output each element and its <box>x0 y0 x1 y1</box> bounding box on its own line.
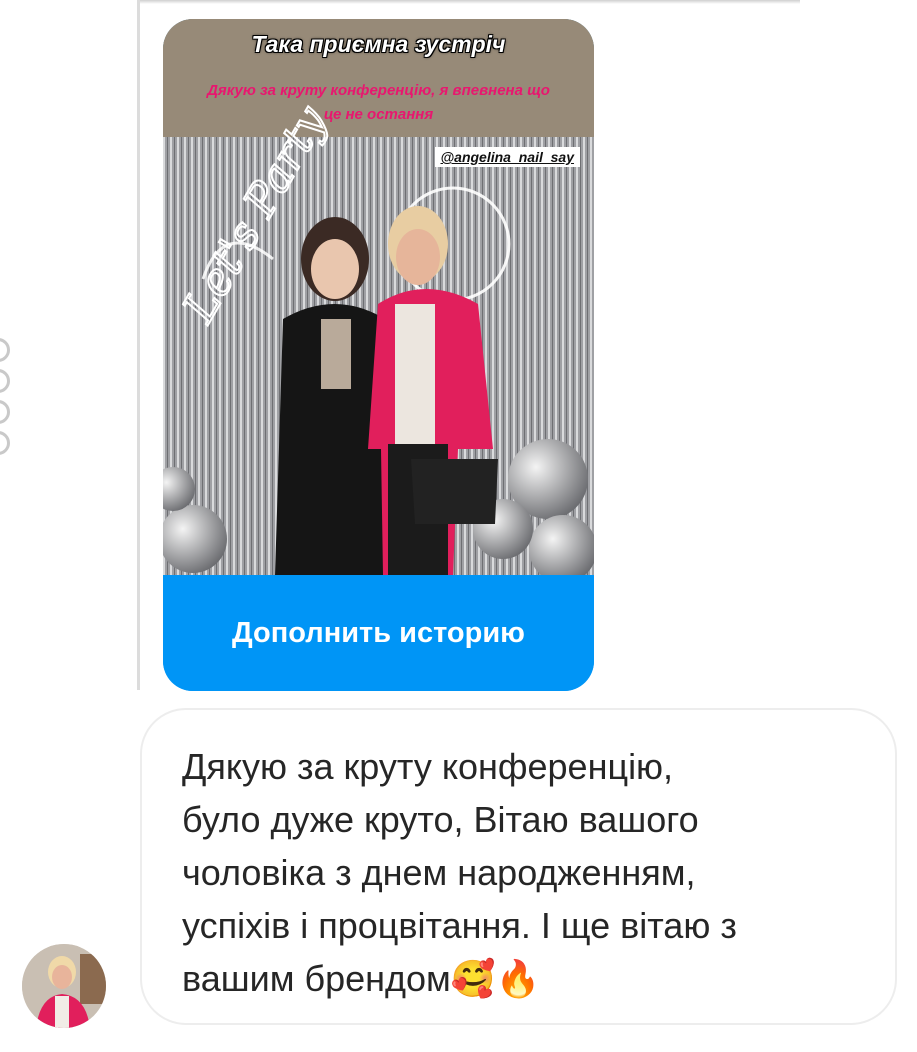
avatar-image <box>22 944 106 1028</box>
previous-message-edge <box>140 0 800 4</box>
message-text: Дякую за круту конференцію, було дуже кр… <box>182 746 737 999</box>
story-photo[interactable]: Let's Party Така приємна зустріч Дякую з… <box>163 19 594 575</box>
story-reply-line <box>137 0 140 690</box>
story-overlay-text: Дякую за круту конференцію, я впевнена щ… <box>207 82 550 123</box>
story-mention-sticker[interactable]: @angelina_nail_say <box>434 147 580 167</box>
user-avatar[interactable] <box>22 944 106 1028</box>
more-dots-icon[interactable] <box>0 338 10 462</box>
message-bubble[interactable]: Дякую за круту конференцію, було дуже кр… <box>140 708 897 1025</box>
story-mention-card[interactable]: Let's Party Така приємна зустріч Дякую з… <box>163 19 594 691</box>
story-overlay-title: Така приємна зустріч <box>251 31 506 57</box>
add-to-story-button[interactable]: Дополнить историю <box>163 575 594 691</box>
